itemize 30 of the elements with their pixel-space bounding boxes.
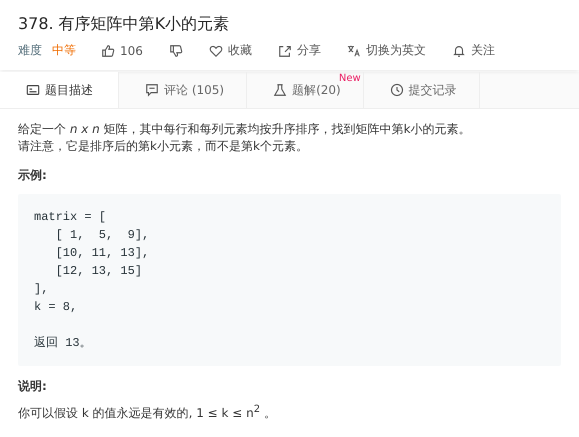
tab[interactable]: 题目描述 <box>0 72 119 108</box>
clock-icon <box>390 83 404 97</box>
like-button[interactable]: 106 <box>101 44 143 58</box>
note-heading: 说明: <box>18 378 48 395</box>
heart-icon <box>208 44 223 58</box>
note-text: 你可以假设 k 的值永远是有效的, 1 ≤ k ≤ n$^{2}$ 。 <box>18 405 277 422</box>
share-icon <box>278 44 292 58</box>
flask-icon <box>273 83 288 97</box>
document-icon <box>26 83 40 97</box>
new-label: New <box>338 73 361 84</box>
difficulty-value: 中等 <box>52 42 76 59</box>
tab[interactable]: 评论 (105) <box>119 72 248 108</box>
follow-button[interactable]: 关注 <box>452 42 495 59</box>
description-text: 给定一个 n x n 矩阵，其中每行和每列元素均按升序排序，找到矩阵中第k小的元素。 <box>18 121 472 138</box>
bell-icon <box>452 44 466 58</box>
example-heading: 示例: <box>18 167 48 184</box>
thumbs-down-icon <box>168 44 183 58</box>
comment-icon <box>145 83 159 97</box>
tab[interactable]: 题解(20) New <box>247 72 364 108</box>
translate-button[interactable]: 切换为英文 <box>346 42 426 59</box>
favorite-button[interactable]: 收藏 <box>208 42 252 59</box>
share-button[interactable]: 分享 <box>278 42 321 59</box>
difficulty-label: 难度 <box>18 42 42 59</box>
code-block: matrix = [ [ 1, 5, 9], [10, 11, 13], [12, 13, 15] ], k = 8, 返回 13。 <box>18 194 561 366</box>
tab[interactable]: 提交记录 <box>364 72 480 108</box>
dislike-button[interactable] <box>168 44 183 58</box>
translate-icon <box>346 44 361 58</box>
problem-title: 378. 有序矩阵中第K小的元素 <box>18 14 230 34</box>
thumbs-up-icon <box>101 44 115 58</box>
description-text: 请注意，它是排序后的第k小元素，而不是第k个元素。 <box>18 138 309 155</box>
